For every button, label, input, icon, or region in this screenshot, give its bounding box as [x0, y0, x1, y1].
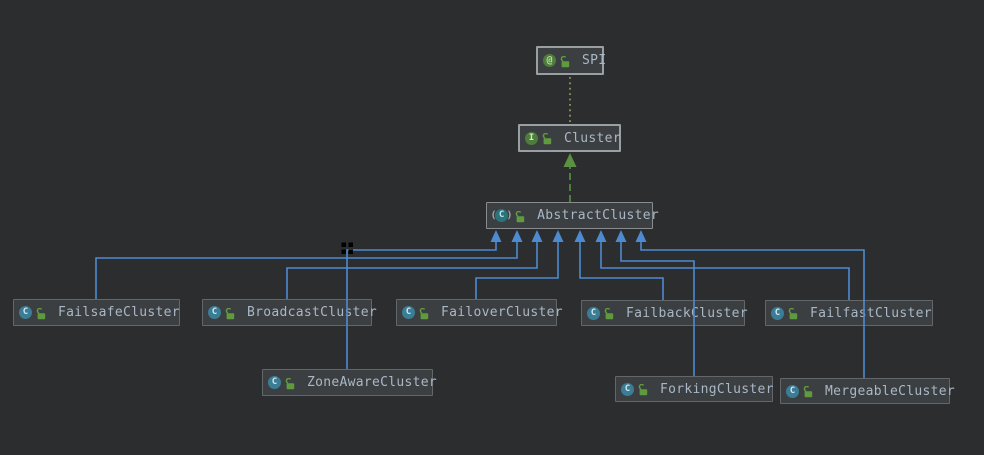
public-lock-icon: [515, 211, 526, 223]
public-lock-icon: [542, 133, 553, 145]
class-node-broadcast-cluster[interactable]: CBroadcastCluster: [202, 299, 372, 326]
class-name-label: BroadcastCluster: [247, 305, 377, 320]
class-node-cluster[interactable]: I Cluster: [518, 124, 621, 152]
public-lock-icon: [36, 308, 47, 320]
interface-icon: I: [525, 132, 538, 145]
public-lock-icon: [604, 308, 615, 320]
public-lock-icon: [560, 56, 571, 68]
class-name-label: MergeableCluster: [825, 384, 955, 399]
class-node-failback-cluster[interactable]: C FailbackCluster: [581, 300, 745, 326]
class-node-zoneaware-cluster[interactable]: CZoneAwareCluster: [262, 369, 433, 396]
public-lock-icon: [638, 384, 649, 396]
class-node-forking-cluster[interactable]: C ForkingCluster: [615, 376, 773, 402]
class-node-failsafe-cluster[interactable]: C FailsafeCluster: [13, 299, 180, 326]
class-name-label: FailoverCluster: [441, 305, 563, 320]
abstract-class-icon: (C): [492, 209, 511, 222]
class-name-label: ForkingCluster: [660, 382, 774, 397]
node-layer: @SPIICluster(C)AbstractClusterCFailsafeC…: [0, 0, 984, 455]
uml-diagram-canvas[interactable]: @SPIICluster(C)AbstractClusterCFailsafeC…: [0, 0, 984, 455]
class-name-label: FailsafeCluster: [58, 305, 180, 320]
class-icon: C: [786, 385, 799, 398]
public-lock-icon: [225, 308, 236, 320]
class-node-failfast-cluster[interactable]: C FailfastCluster: [765, 300, 933, 326]
annotation-icon: @: [543, 54, 556, 67]
public-lock-icon: [788, 308, 799, 320]
class-name-label: ZoneAwareCluster: [307, 375, 437, 390]
public-lock-icon: [285, 378, 296, 390]
class-name-label: AbstractCluster: [537, 208, 659, 223]
class-icon: C: [268, 376, 281, 389]
class-node-mergeable-cluster[interactable]: CMergeableCluster: [780, 378, 950, 404]
class-name-label: SPI: [582, 53, 606, 68]
class-name-label: Cluster: [564, 131, 621, 146]
public-lock-icon: [803, 386, 814, 398]
public-lock-icon: [419, 308, 430, 320]
class-icon: C: [587, 307, 600, 320]
class-icon: C: [402, 306, 415, 319]
class-name-label: FailbackCluster: [626, 306, 748, 321]
class-name-label: FailfastCluster: [810, 306, 932, 321]
class-icon: C: [771, 307, 784, 320]
class-node-failover-cluster[interactable]: CFailoverCluster: [396, 299, 557, 326]
class-node-spi[interactable]: @ SPI: [536, 46, 604, 75]
class-icon: C: [621, 383, 634, 396]
class-node-abstract-cluster[interactable]: (C)AbstractCluster: [486, 202, 653, 229]
class-icon: C: [208, 306, 221, 319]
class-icon: C: [19, 306, 32, 319]
